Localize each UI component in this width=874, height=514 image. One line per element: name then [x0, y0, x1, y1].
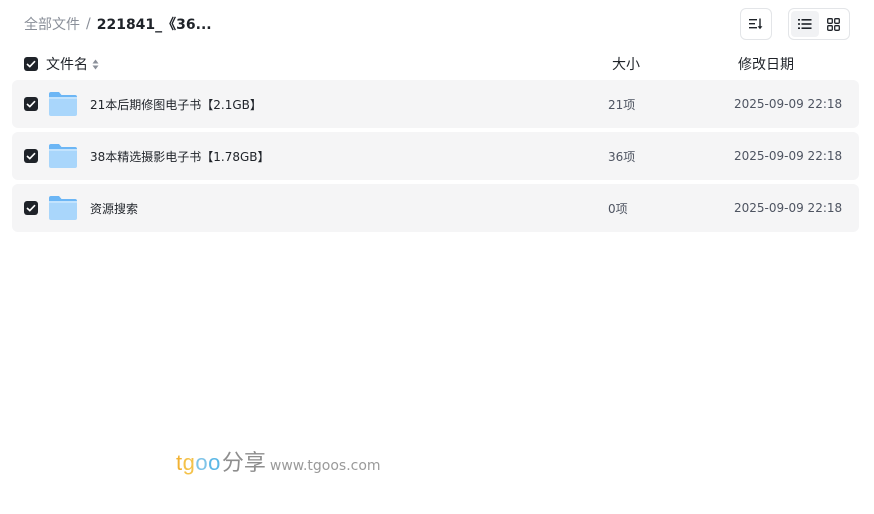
row-size: 0项 — [608, 201, 628, 216]
watermark: tgoo 分享 www.tgoos.com — [176, 445, 381, 477]
table-row[interactable]: 38本精选摄影电子书【1.78GB】 36项 2025-09-09 22:18 — [12, 132, 859, 180]
folder-icon — [49, 196, 77, 220]
grid-view-button[interactable] — [819, 11, 847, 37]
table-row[interactable]: 21本后期修图电子书【2.1GB】 21项 2025-09-09 22:18 — [12, 80, 859, 128]
sort-icon — [749, 18, 763, 30]
row-size: 21项 — [608, 97, 636, 112]
row-name[interactable]: 资源搜索 — [90, 200, 138, 217]
check-icon — [26, 204, 36, 212]
watermark-brand-letter: o — [208, 450, 221, 475]
row-name[interactable]: 38本精选摄影电子书【1.78GB】 — [90, 148, 270, 165]
grid-view-icon — [826, 17, 840, 31]
check-icon — [26, 60, 36, 68]
file-list: 21本后期修图电子书【2.1GB】 21项 2025-09-09 22:18 3… — [12, 80, 859, 236]
row-date: 2025-09-09 22:18 — [734, 149, 843, 163]
breadcrumb: 全部文件 / 221841_《36... — [24, 14, 212, 34]
row-size: 36项 — [608, 149, 636, 164]
row-checkbox[interactable] — [24, 149, 38, 163]
sort-caret-icon — [92, 59, 99, 69]
watermark-brand: tgoo — [176, 450, 221, 476]
view-toggle — [788, 8, 850, 40]
watermark-brand-letter: o — [195, 450, 209, 475]
breadcrumb-separator: / — [86, 16, 91, 32]
row-date: 2025-09-09 22:18 — [734, 97, 843, 111]
select-all-checkbox[interactable] — [24, 57, 38, 71]
folder-icon — [49, 144, 77, 168]
table-header: 文件名 大小 修改日期 — [12, 50, 859, 78]
column-header-name[interactable]: 文件名 — [46, 54, 99, 74]
watermark-cn: 分享 — [221, 451, 266, 476]
row-checkbox[interactable] — [24, 97, 38, 111]
column-header-size[interactable]: 大小 — [612, 54, 640, 74]
breadcrumb-root-link[interactable]: 全部文件 — [24, 14, 80, 34]
row-name[interactable]: 21本后期修图电子书【2.1GB】 — [90, 96, 262, 113]
column-header-name-label: 文件名 — [46, 57, 88, 73]
sort-button[interactable] — [740, 8, 772, 40]
watermark-url: www.tgoos.com — [269, 458, 381, 474]
watermark-brand-letter: t — [176, 450, 183, 475]
folder-icon — [49, 92, 77, 116]
list-view-button[interactable] — [791, 11, 819, 37]
breadcrumb-current: 221841_《36... — [96, 17, 212, 33]
table-row[interactable]: 资源搜索 0项 2025-09-09 22:18 — [12, 184, 859, 232]
watermark-brand-letter: g — [182, 450, 196, 475]
list-view-icon — [798, 19, 812, 29]
column-header-date[interactable]: 修改日期 — [738, 54, 794, 74]
check-icon — [26, 100, 36, 108]
row-checkbox[interactable] — [24, 201, 38, 215]
row-date: 2025-09-09 22:18 — [734, 201, 843, 215]
check-icon — [26, 152, 36, 160]
